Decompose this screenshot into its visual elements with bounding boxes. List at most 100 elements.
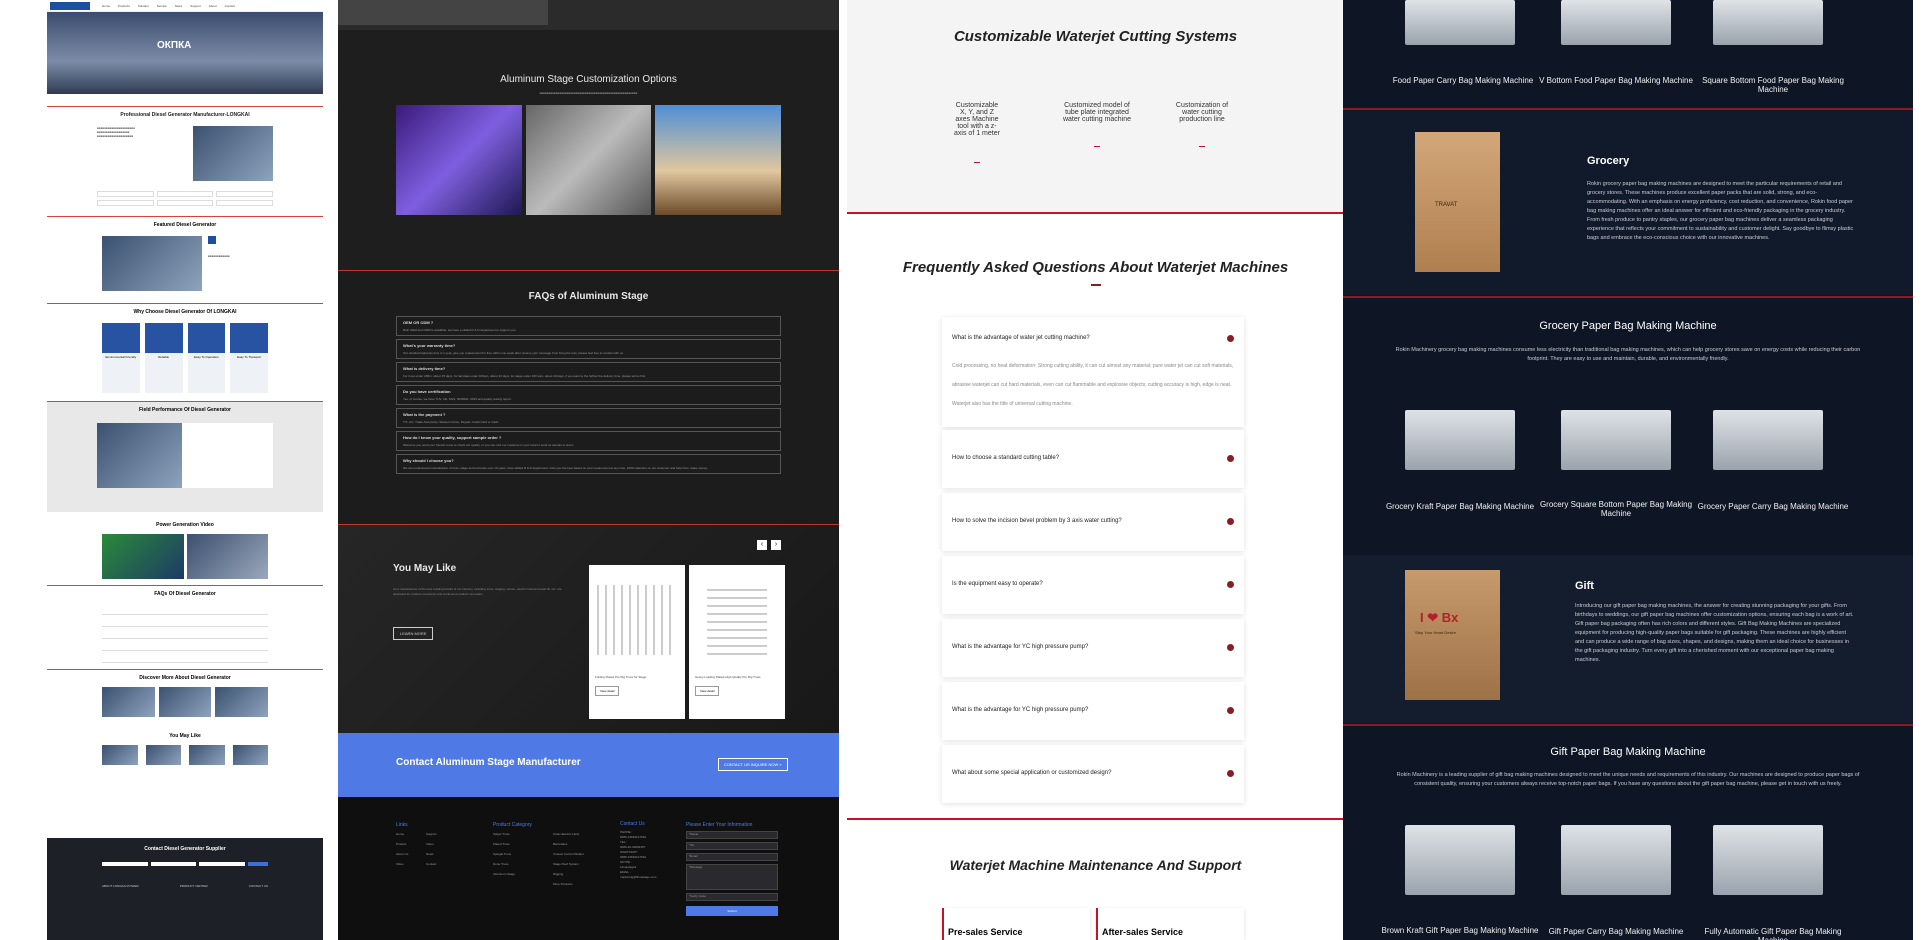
footer-link[interactable]: Support (426, 832, 456, 836)
faq-card[interactable]: What is the advantage for YC high pressu… (942, 619, 1244, 677)
footer-link[interactable]: Home (396, 832, 426, 836)
footer-link[interactable]: Product (396, 842, 426, 846)
video-thumb[interactable] (186, 534, 268, 579)
field-image (97, 423, 182, 488)
product-caption[interactable]: Square Bottom Food Paper Bag Making Mach… (1693, 76, 1853, 94)
faq-item[interactable]: OEM OR ODM ? Both OEM and ODM is availabl… (396, 316, 781, 336)
footer-link[interactable]: News (426, 852, 456, 856)
faq-item[interactable]: What is delivery time? For truss under 20… (396, 362, 781, 382)
product-caption[interactable]: Brown Kraft Gift Paper Bag Making Machin… (1380, 926, 1540, 935)
nav-item[interactable]: Solution (138, 4, 149, 8)
grocery-section: TRAVAT Grocery Rokin grocery paper bag m… (1343, 110, 1913, 295)
faq-toggle-icon[interactable] (1227, 518, 1234, 525)
faq-card[interactable]: Is the equipment easy to operate? (942, 556, 1244, 614)
tel-field[interactable]: *Tel (686, 842, 778, 850)
stage-image (525, 105, 652, 215)
faq-card[interactable]: What is the advantage for YC high pressu… (942, 682, 1244, 740)
logo[interactable] (50, 1, 90, 10)
next-arrow-icon[interactable]: › (771, 540, 781, 550)
contact-banner-title: Contact Aluminum Stage Manufacturer (396, 757, 581, 768)
faq-toggle-icon[interactable] (1227, 770, 1234, 777)
faq-toggle-icon[interactable] (1227, 644, 1234, 651)
product-caption[interactable]: V Bottom Food Paper Bag Making Machine (1536, 76, 1696, 85)
faq-card[interactable]: How to solve the incision bevel problem … (942, 493, 1244, 551)
pre-sales-card[interactable]: Pre-sales Service (942, 908, 1090, 940)
faq-item[interactable]: Why should I choose you? We are professio… (396, 454, 781, 474)
inquiry-form: Please Enter Your Information *Name *Tel… (686, 822, 778, 916)
faq-item[interactable]: What is the payment ? T/T, L/C, Trade Ass… (396, 408, 781, 428)
footer-category[interactable]: Done Truss (493, 862, 553, 866)
view-detail-button[interactable]: View detail (595, 686, 620, 696)
generator-image (102, 236, 202, 291)
faq-item[interactable]: Do you have certification Yes, of course,… (396, 385, 781, 405)
footer-category[interactable]: More Products (553, 882, 613, 886)
nav-item[interactable]: News (175, 4, 183, 8)
nav-item[interactable]: Service (157, 4, 167, 8)
faq-title: Frequently Asked Questions About Waterje… (902, 259, 1289, 276)
faq-item[interactable]: How do I know your quality, support samp… (396, 431, 781, 451)
footer-category[interactable]: Stage Roof System (553, 862, 613, 866)
view-detail-button[interactable]: View detail (695, 686, 720, 696)
faq-toggle-icon[interactable] (1227, 335, 1234, 342)
nav-item[interactable]: Support (190, 4, 201, 8)
stage-image (396, 105, 522, 215)
hero-text: ОКПКА (157, 40, 192, 51)
footer-category[interactable]: Plated Truss (493, 842, 553, 846)
video-thumb[interactable] (102, 534, 184, 579)
nav-item[interactable]: Products (118, 4, 130, 8)
learn-more-button[interactable]: LEARN MORE (393, 627, 434, 640)
contact-banner: Contact Aluminum Stage Manufacturer CONT… (338, 733, 839, 797)
prev-arrow-icon[interactable]: ‹ (757, 540, 767, 550)
product-card[interactable]: Folding Plated Pre Rig Truss for Stage V… (589, 565, 685, 719)
product-caption[interactable]: Gift Paper Carry Bag Making Machine (1536, 927, 1696, 936)
factory-image (193, 126, 273, 181)
nav-item[interactable]: Home (102, 4, 110, 8)
footer-category[interactable]: Chain Electric Hoist (553, 832, 613, 836)
after-sales-card[interactable]: After-sales Service (1096, 908, 1244, 940)
footer: Contact Diesel Generator Supplier ABOUT … (47, 838, 323, 940)
product-caption[interactable]: Food Paper Carry Bag Making Machine (1383, 76, 1543, 85)
submit-button[interactable]: Submit (686, 906, 778, 916)
footer-category[interactable]: Barricades (553, 842, 613, 846)
footer-category[interactable]: Spiegal Truss (493, 852, 553, 856)
email-field[interactable]: *Email (686, 853, 778, 861)
nav-item[interactable]: Contact (225, 4, 235, 8)
faq-card[interactable]: What about some special application or c… (942, 745, 1244, 803)
verify-code-field[interactable]: *Verify Code (686, 893, 778, 901)
product-caption[interactable]: Grocery Paper Carry Bag Making Machine (1693, 502, 1853, 511)
contact-inquire-button[interactable]: CONTACT US INQUIRE NOW » (718, 758, 788, 771)
product-caption[interactable]: Fully Automatic Gift Paper Bag Making Ma… (1693, 927, 1853, 940)
name-field[interactable]: *Name (686, 831, 778, 839)
faq-card[interactable]: How to choose a standard cutting table? (942, 430, 1244, 488)
faq-toggle-icon[interactable] (1227, 707, 1234, 714)
grocery-text: Rokin grocery paper bag making machines … (1587, 181, 1854, 241)
why-card: Easy To Transport (230, 323, 268, 393)
nav-item[interactable]: About (209, 4, 217, 8)
faq-toggle-icon[interactable] (1227, 455, 1234, 462)
yml-text: As a manufacturer of the best building b… (393, 587, 562, 596)
custom-col: Customized model of tube plate integrate… (1062, 102, 1132, 123)
aluminum-stage-panel: Aluminum Stage Customization Options ■■■… (338, 0, 839, 940)
footer-link[interactable]: Video (426, 842, 456, 846)
footer-category[interactable]: Spigot Truss (493, 832, 553, 836)
stage-image (655, 105, 782, 215)
faq-toggle-icon[interactable] (1227, 581, 1234, 588)
footer-link[interactable]: Video (396, 862, 426, 866)
maintenance-title: Waterjet Machine Maintenance And Support (949, 857, 1242, 873)
product-caption[interactable]: Grocery Square Bottom Paper Bag Making M… (1536, 500, 1696, 518)
footer-category[interactable]: Rigging (553, 872, 613, 876)
faq-title: FAQs of Aluminum Stage (528, 291, 649, 302)
product-caption[interactable]: Grocery Kraft Paper Bag Making Machine (1380, 502, 1540, 511)
footer-category[interactable]: Aluminum Stage (493, 872, 553, 876)
faq-section: FAQs of Aluminum Stage OEM OR ODM ? Both … (338, 271, 839, 524)
faq-item[interactable]: What's your warranty time? Our standard w… (396, 339, 781, 359)
footer-link[interactable]: Contact (426, 862, 456, 866)
message-field[interactable]: *Message (686, 864, 778, 890)
footer-category[interactable]: Cinesel Control Winder (553, 852, 613, 856)
footer-link[interactable]: About Us (396, 852, 426, 856)
grocery-bag-image: TRAVAT (1415, 132, 1500, 272)
faq-card[interactable]: What is the advantage of water jet cutti… (942, 317, 1244, 427)
top-nav: Home Products Solution Service News Supp… (47, 0, 323, 12)
product-card[interactable]: Heavy Loading Plated High Quality Pre Ri… (689, 565, 785, 719)
gpm-title: Grocery Paper Bag Making Machine (1539, 320, 1717, 332)
